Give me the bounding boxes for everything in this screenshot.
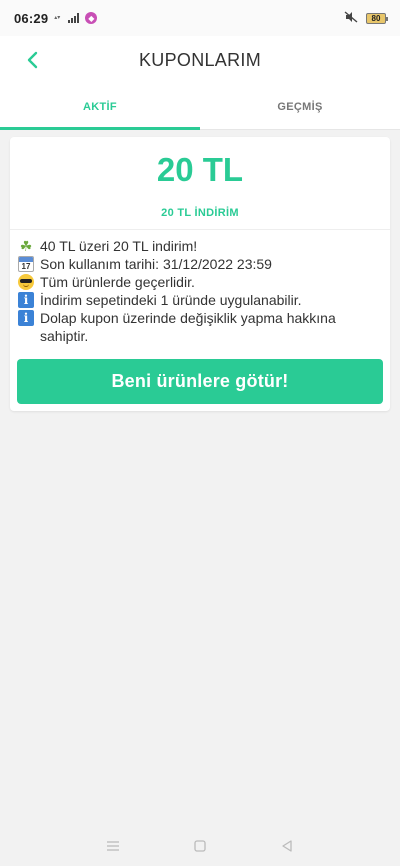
divider [10,229,390,230]
calendar-icon: 17 [18,256,34,272]
chevron-left-icon [27,51,38,69]
info-icon: i [18,292,34,308]
back-nav-button[interactable] [275,834,299,858]
info-icon: i [18,310,34,326]
signal-icon [68,13,80,23]
status-time: 06:29 [14,10,49,26]
calendar-day: 17 [21,262,31,271]
home-icon [194,840,206,852]
tab-aktif[interactable]: AKTİF [0,84,200,130]
detail-line: i Dolap kupon üzerinde değişiklik yapma … [18,309,378,345]
sunglasses-icon [18,274,34,290]
back-button[interactable] [18,46,46,74]
status-bar: 06:29 ▴▾ ◆ 80 [0,0,400,36]
detail-text: Tüm ürünlerde geçerlidir. [40,274,195,290]
detail-line: ☘ 40 TL üzeri 20 TL indirim! [18,237,378,255]
detail-text: 40 TL üzeri 20 TL indirim! [40,238,198,254]
coupon-subtitle: 20 TL İNDİRİM [161,207,239,219]
battery-icon: 80 [366,12,388,24]
status-right: 80 [344,10,388,26]
detail-line: Tüm ürünlerde geçerlidir. [18,273,378,291]
menu-nav-button[interactable] [101,834,125,858]
tab-gecmis[interactable]: GEÇMİŞ [200,84,400,129]
coupon-details: ☘ 40 TL üzeri 20 TL indirim! 17 Son kull… [18,237,378,345]
app-notification-icon: ◆ [85,12,98,24]
back-triangle-icon [281,840,292,852]
network-type-icon: ▴▾ [54,15,61,21]
status-left: 06:29 ▴▾ ◆ [14,10,98,26]
header: KUPONLARIM [0,36,400,84]
coupon-card: 20 TL 20 TL İNDİRİM ☘ 40 TL üzeri 20 TL … [10,137,390,411]
detail-text: İndirim sepetindeki 1 üründe uygulanabil… [40,292,302,308]
detail-line: 17 Son kullanım tarihi: 31/12/2022 23:59 [18,255,378,273]
clover-icon: ☘ [19,238,33,254]
mute-icon [344,10,358,26]
menu-icon [107,841,120,851]
tab-bar: AKTİF GEÇMİŞ [0,84,400,130]
detail-text: Dolap kupon üzerinde değişiklik yapma ha… [40,310,336,344]
detail-text: Son kullanım tarihi: 31/12/2022 23:59 [40,256,272,272]
system-nav-bar [0,826,400,866]
page-title: KUPONLARIM [138,49,262,70]
go-to-products-button[interactable]: Beni ürünlere götür! [17,359,383,404]
home-nav-button[interactable] [188,834,212,858]
detail-line: i İndirim sepetindeki 1 üründe uygulanab… [18,291,378,309]
coupon-amount: 20 TL [156,151,244,188]
